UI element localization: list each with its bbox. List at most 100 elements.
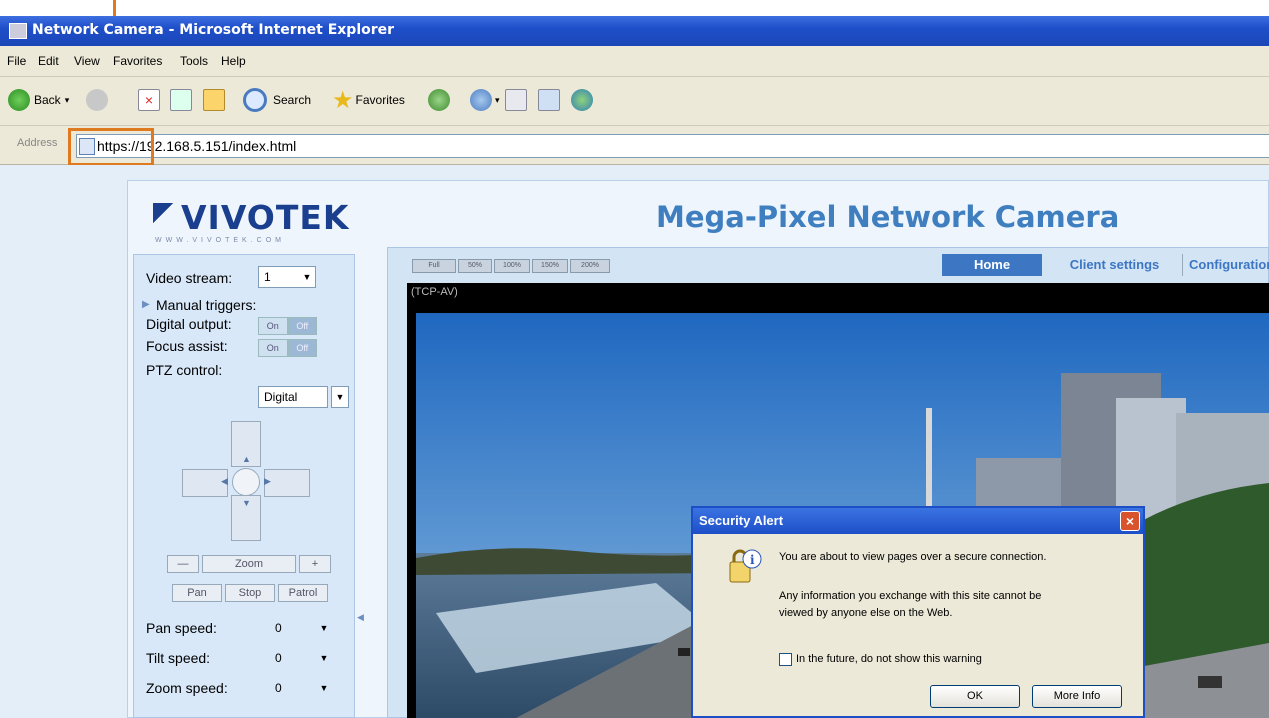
control-panel: Video stream: 1 ▼ ▶ Manual triggers: Dig…: [133, 254, 355, 718]
refresh-button[interactable]: [170, 86, 192, 114]
edit-button[interactable]: [538, 86, 560, 114]
focus-assist-toggle[interactable]: On Off: [258, 339, 317, 357]
chevron-down-icon: ▼: [319, 683, 329, 693]
focus-assist-label: Focus assist:: [146, 338, 228, 354]
svg-text:i: i: [750, 553, 755, 567]
size-full-button[interactable]: Full: [412, 259, 456, 273]
menu-favorites[interactable]: Favorites: [113, 54, 162, 68]
zoom-out-button[interactable]: —: [167, 555, 199, 573]
tab-configuration[interactable]: Configuration: [1189, 254, 1269, 276]
size-200-button[interactable]: 200%: [570, 259, 610, 273]
favorites-button[interactable]: ★ Favorites: [332, 86, 405, 114]
tower-mast: [926, 408, 932, 518]
pan-speed-select[interactable]: 0 ▼: [270, 618, 332, 640]
digital-output-toggle[interactable]: On Off: [258, 317, 317, 335]
size-100-button[interactable]: 100%: [494, 259, 530, 273]
window-title: Network Camera - Microsoft Internet Expl…: [32, 22, 395, 38]
zoom-speed-value: 0: [275, 681, 282, 695]
messenger-button[interactable]: [571, 86, 593, 114]
video-stream-select[interactable]: 1 ▼: [258, 266, 316, 288]
car: [678, 648, 690, 656]
tab-client-settings[interactable]: Client settings: [1047, 254, 1182, 276]
back-label: Back: [34, 93, 61, 107]
do-not-show-checkbox[interactable]: [779, 653, 792, 666]
tilt-speed-label: Tilt speed:: [146, 650, 211, 666]
print-button[interactable]: [505, 86, 527, 114]
search-button[interactable]: Search: [243, 86, 311, 114]
chevron-down-icon: ▼: [319, 623, 329, 633]
digital-output-on-button[interactable]: On: [258, 317, 288, 335]
size-150-button[interactable]: 150%: [532, 259, 568, 273]
collapse-panel-icon[interactable]: ◀: [357, 612, 364, 623]
chevron-down-icon: ▼: [332, 387, 348, 407]
tilt-speed-select[interactable]: 0 ▼: [270, 648, 332, 670]
logo-text: VIVOTEK: [181, 198, 350, 237]
dialog-title: Security Alert: [699, 513, 784, 528]
more-info-button[interactable]: More Info: [1032, 685, 1122, 708]
logo-mark: [153, 203, 173, 233]
dialog-message-line3: viewed by anyone else on the Web.: [779, 607, 953, 619]
annotation-highlight-box: [68, 128, 154, 166]
search-icon: [243, 88, 267, 112]
ptz-control-select[interactable]: Digital: [258, 386, 328, 408]
page-heading: Mega-Pixel Network Camera: [656, 200, 1120, 234]
search-label: Search: [273, 93, 312, 107]
mail-button[interactable]: ▾: [470, 86, 500, 114]
home-button[interactable]: [203, 86, 225, 114]
video-stream-label: Video stream:: [146, 270, 233, 286]
ok-button[interactable]: OK: [930, 685, 1020, 708]
menu-help[interactable]: Help: [221, 54, 246, 68]
arrow-up-icon: ▲: [242, 454, 251, 464]
window-title-bar: Network Camera - Microsoft Internet Expl…: [0, 16, 1269, 46]
chevron-down-icon: ▼: [319, 653, 329, 663]
expand-triangle-icon[interactable]: ▶: [142, 299, 150, 310]
menu-tools[interactable]: Tools: [180, 54, 208, 68]
vivotek-logo: VIVOTEK: [153, 198, 349, 237]
focus-assist-off-button[interactable]: Off: [287, 339, 317, 357]
menu-edit[interactable]: Edit: [38, 54, 59, 68]
manual-triggers-label[interactable]: Manual triggers:: [156, 297, 256, 313]
history-icon: [428, 89, 450, 111]
dialog-message-line2: Any information you exchange with this s…: [779, 590, 1042, 602]
size-50-button[interactable]: 50%: [458, 259, 492, 273]
print-icon: [505, 89, 527, 111]
lock-info-icon: i: [729, 549, 762, 583]
home-icon: [203, 89, 225, 111]
menu-view[interactable]: View: [74, 54, 100, 68]
tab-home[interactable]: Home: [942, 254, 1042, 276]
ptz-home-button[interactable]: [232, 468, 260, 496]
security-alert-dialog: Security Alert × i You are about to view…: [691, 506, 1145, 718]
patrol-button[interactable]: Patrol: [278, 584, 328, 602]
logo-tagline: WWW.VIVOTEK.COM: [155, 237, 285, 244]
ptz-control-label: PTZ control:: [146, 362, 223, 378]
tab-divider: [1182, 254, 1183, 276]
chevron-down-icon: ▼: [299, 267, 315, 287]
pan-button[interactable]: Pan: [172, 584, 222, 602]
video-stream-value: 1: [264, 270, 271, 284]
dialog-message-line1: You are about to view pages over a secur…: [779, 551, 1047, 563]
zoom-speed-select[interactable]: 0 ▼: [270, 678, 332, 700]
stream-protocol-label: (TCP-AV): [411, 286, 458, 298]
forward-button[interactable]: [86, 86, 108, 114]
back-arrow-icon: [8, 89, 30, 111]
zoom-in-button[interactable]: +: [299, 555, 331, 573]
dialog-title-bar: Security Alert ×: [693, 508, 1143, 534]
stop-ptz-button[interactable]: Stop: [225, 584, 275, 602]
mail-dropdown-icon[interactable]: ▾: [495, 95, 500, 106]
digital-output-off-button[interactable]: Off: [287, 317, 317, 335]
back-dropdown-icon[interactable]: ▾: [65, 95, 70, 106]
close-icon[interactable]: ×: [1120, 511, 1140, 531]
pan-speed-label: Pan speed:: [146, 620, 217, 636]
menu-bar: File Edit View Favorites Tools Help: [0, 46, 1269, 77]
tilt-speed-value: 0: [275, 651, 282, 665]
messenger-icon: [571, 89, 593, 111]
back-button[interactable]: Back ▾: [8, 86, 69, 114]
stop-button[interactable]: ×: [138, 86, 160, 114]
mail-icon: [470, 89, 492, 111]
address-input[interactable]: https://192.168.5.151/index.html: [76, 134, 1269, 158]
do-not-show-label[interactable]: In the future, do not show this warning: [796, 653, 982, 665]
history-button[interactable]: [428, 86, 450, 114]
menu-file[interactable]: File: [7, 54, 26, 68]
focus-assist-on-button[interactable]: On: [258, 339, 288, 357]
ptz-control-dropdown[interactable]: ▼: [331, 386, 349, 408]
